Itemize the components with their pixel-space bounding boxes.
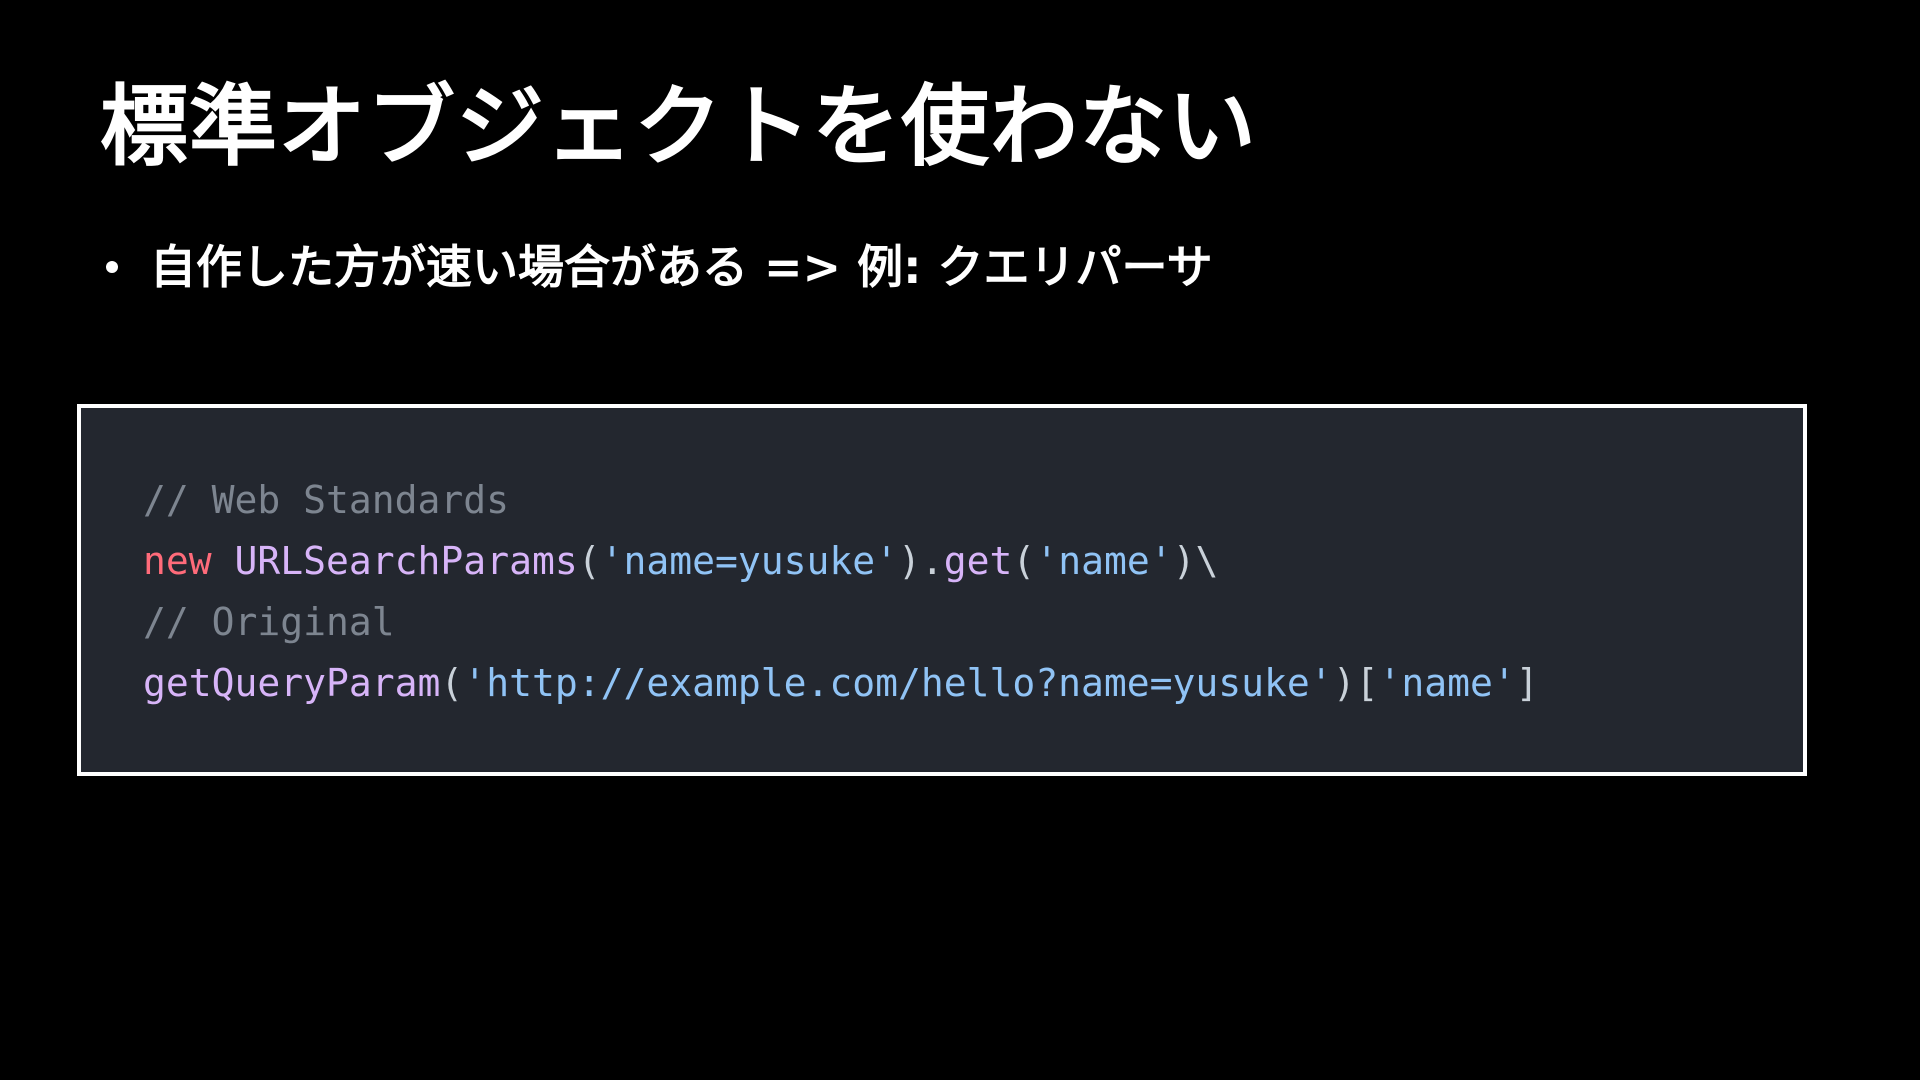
code-line-4: getQueryParam('http://example.com/hello?… (143, 653, 1539, 714)
code-string: 'name' (1378, 661, 1516, 705)
bullet-item: 自作した方が速い場合がある => 例: クエリパーサ (100, 232, 1213, 302)
code-punct: ( (577, 539, 601, 583)
code-function-name: getQueryParam (143, 661, 441, 705)
slide-title: 標準オブジェクトを使わない (100, 75, 1258, 178)
code-punct: ( (440, 661, 464, 705)
code-line-2: new URLSearchParams('name=yusuke').get('… (143, 531, 1539, 592)
code-punct: )\ (1172, 539, 1219, 583)
bullet-text: 自作した方が速い場合がある => 例: クエリパーサ (150, 240, 1213, 294)
slide: 標準オブジェクトを使わない 自作した方が速い場合がある => 例: クエリパーサ… (0, 0, 1920, 1080)
code-block: // Web Standards new URLSearchParams('nam… (143, 470, 1539, 714)
code-comment: // Original (143, 600, 395, 644)
code-class-name: URLSearchParams (234, 539, 578, 583)
code-method: get (943, 539, 1013, 583)
code-block-frame: // Web Standards new URLSearchParams('nam… (77, 404, 1807, 776)
code-punct: )[ (1332, 661, 1379, 705)
code-line-3: // Original (143, 592, 1539, 653)
code-keyword: new (143, 539, 212, 583)
code-string: 'name' (1035, 539, 1173, 583)
code-punct: ( (1012, 539, 1036, 583)
code-punct: ). (898, 539, 944, 583)
code-string: 'name=yusuke' (600, 539, 899, 583)
code-comment: // Web Standards (143, 478, 510, 522)
bullet-list: 自作した方が速い場合がある => 例: クエリパーサ (100, 232, 1213, 302)
code-punct: ] (1515, 661, 1539, 705)
code-string: 'http://example.com/hello?name=yusuke' (463, 661, 1333, 705)
bullet-dot-icon (106, 261, 118, 273)
code-line-1: // Web Standards (143, 470, 1539, 531)
